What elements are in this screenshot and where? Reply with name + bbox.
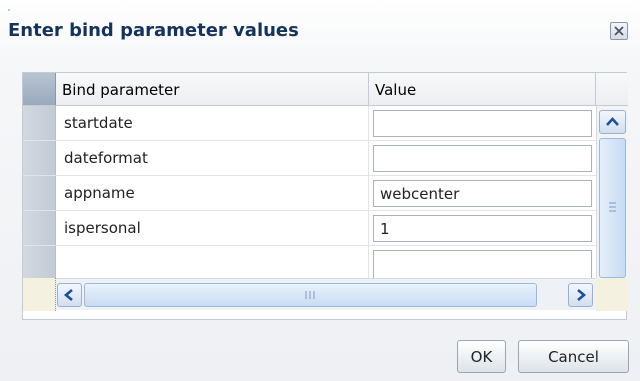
column-header-label: Bind parameter	[62, 81, 180, 99]
column-header-value[interactable]: Value	[369, 73, 596, 106]
value-input-startdate[interactable]	[373, 110, 592, 137]
chevron-left-icon	[63, 289, 73, 301]
parameter-cell: dateformat	[56, 141, 369, 175]
vertical-scroll-thumb[interactable]	[599, 138, 626, 278]
parameter-cell	[56, 246, 369, 278]
value-input-partial	[373, 250, 592, 278]
parameter-cell: appname	[56, 176, 369, 210]
table-row-partial	[23, 246, 596, 278]
parameter-name: appname	[64, 184, 135, 202]
column-header-bind-parameter[interactable]: Bind parameter	[56, 73, 369, 106]
parameter-name: dateformat	[64, 149, 148, 167]
bind-parameters-dialog: Enter bind parameter values Bind paramet…	[0, 0, 640, 381]
scroll-left-button[interactable]	[57, 283, 82, 307]
value-input-appname[interactable]	[373, 180, 592, 207]
parameter-name: startdate	[64, 114, 133, 132]
scrollbar-corner	[596, 278, 628, 311]
scroll-right-button[interactable]	[568, 283, 593, 307]
chevron-up-icon	[606, 117, 619, 126]
grip-icon	[609, 202, 616, 212]
parameter-cell: ispersonal	[56, 211, 369, 245]
parameter-cell: startdate	[56, 106, 369, 140]
scroll-up-button[interactable]	[599, 110, 626, 134]
value-input-ispersonal[interactable]	[373, 215, 592, 242]
parameter-name: ispersonal	[64, 219, 141, 237]
close-button[interactable]	[610, 22, 628, 40]
value-cell	[369, 246, 596, 278]
dialog-corner-mark	[8, 9, 10, 11]
value-cell	[369, 141, 596, 175]
value-cell	[369, 176, 596, 210]
header-select-cell	[23, 73, 56, 106]
footer-select-cell	[23, 278, 56, 311]
value-cell	[369, 211, 596, 245]
chevron-right-icon	[577, 289, 587, 301]
row-selector	[23, 246, 56, 278]
vertical-scrollbar[interactable]	[596, 106, 628, 306]
row-selector[interactable]	[23, 211, 56, 245]
table-row[interactable]: startdate	[23, 106, 596, 141]
horizontal-scrollbar[interactable]	[56, 278, 596, 310]
header-corner	[596, 73, 628, 106]
value-input-dateformat[interactable]	[373, 145, 592, 172]
column-header-label: Value	[375, 81, 417, 99]
cancel-button[interactable]: Cancel	[518, 340, 629, 373]
row-selector[interactable]	[23, 106, 56, 140]
value-cell	[369, 106, 596, 140]
row-selector[interactable]	[23, 141, 56, 175]
ok-button[interactable]: OK	[457, 340, 506, 373]
dialog-title: Enter bind parameter values	[8, 20, 299, 41]
table-row[interactable]: dateformat	[23, 141, 596, 176]
bind-parameters-table: Bind parameter Value startdate dateforma…	[22, 72, 628, 320]
row-selector[interactable]	[23, 176, 56, 210]
close-icon	[614, 26, 624, 36]
horizontal-scroll-thumb[interactable]	[84, 283, 537, 307]
table-row[interactable]: ispersonal	[23, 211, 596, 246]
table-row[interactable]: appname	[23, 176, 596, 211]
grip-icon	[305, 291, 315, 299]
